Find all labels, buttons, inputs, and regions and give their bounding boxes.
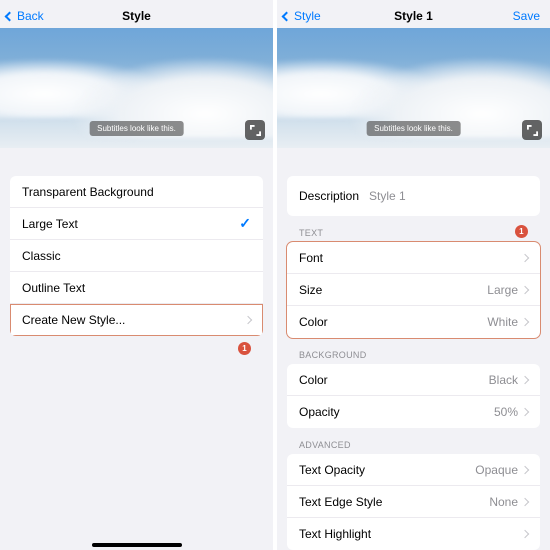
- row-label: Text Highlight: [299, 527, 371, 541]
- chevron-right-icon: [244, 316, 252, 324]
- chevron-left-icon: [5, 11, 15, 21]
- screen-style-edit: Style Style 1 Save Subtitles look like t…: [277, 0, 550, 550]
- preview-subtitle-text: Subtitles look like this.: [89, 121, 184, 136]
- nav-bar: Style Style 1 Save: [277, 4, 550, 28]
- subtitle-preview: Subtitles look like this.: [0, 28, 273, 148]
- chevron-right-icon: [521, 530, 529, 538]
- section-header-text: TEXT 1: [277, 228, 550, 242]
- bg-opacity-row[interactable]: Opacity 50%: [287, 396, 540, 428]
- screen-style-list: Back Style Subtitles look like this. Tra…: [0, 0, 273, 550]
- chevron-right-icon: [521, 318, 529, 326]
- style-label: Outline Text: [22, 281, 85, 295]
- advanced-group: Text Opacity Opaque Text Edge Style None…: [287, 454, 540, 550]
- section-header-background: BACKGROUND: [277, 350, 550, 364]
- row-value: White: [487, 315, 518, 329]
- chevron-right-icon: [521, 375, 529, 383]
- text-edge-style-row[interactable]: Text Edge Style None: [287, 486, 540, 518]
- row-value: Opaque: [475, 463, 518, 477]
- font-row[interactable]: Font: [287, 242, 540, 274]
- description-group: Description Style 1: [287, 176, 540, 216]
- style-label: Classic: [22, 249, 61, 263]
- description-value: Style 1: [369, 189, 406, 203]
- row-label: Color: [299, 315, 328, 329]
- section-header-advanced: ADVANCED: [277, 440, 550, 454]
- annotation-badge: 1: [238, 342, 251, 355]
- row-value: Black: [489, 373, 518, 387]
- text-opacity-row[interactable]: Text Opacity Opaque: [287, 454, 540, 486]
- row-label: Opacity: [299, 405, 340, 419]
- home-indicator[interactable]: [92, 543, 182, 547]
- chevron-right-icon: [521, 408, 529, 416]
- back-button[interactable]: Back: [6, 9, 44, 23]
- expand-button[interactable]: [245, 120, 265, 140]
- style-label: Large Text: [22, 217, 78, 231]
- row-label: Text Opacity: [299, 463, 365, 477]
- subtitle-preview: Subtitles look like this.: [277, 28, 550, 148]
- row-value: Large: [487, 283, 518, 297]
- back-label: Back: [17, 9, 44, 23]
- style-label: Transparent Background: [22, 185, 154, 199]
- create-new-label: Create New Style...: [22, 313, 125, 327]
- description-row[interactable]: Description Style 1: [287, 176, 540, 216]
- text-highlight-row[interactable]: Text Highlight: [287, 518, 540, 550]
- back-label: Style: [294, 9, 321, 23]
- color-row[interactable]: Color White: [287, 306, 540, 338]
- back-button[interactable]: Style: [283, 9, 321, 23]
- row-label: Text Edge Style: [299, 495, 382, 509]
- row-value: None: [489, 495, 518, 509]
- chevron-left-icon: [282, 11, 292, 21]
- size-row[interactable]: Size Large: [287, 274, 540, 306]
- background-group: Color Black Opacity 50%: [287, 364, 540, 428]
- row-label: Font: [299, 251, 323, 265]
- expand-icon: [527, 125, 538, 136]
- chevron-right-icon: [521, 253, 529, 261]
- expand-icon: [250, 125, 261, 136]
- expand-button[interactable]: [522, 120, 542, 140]
- style-option-classic[interactable]: Classic: [10, 240, 263, 272]
- chevron-right-icon: [521, 285, 529, 293]
- style-option-outline-text[interactable]: Outline Text: [10, 272, 263, 304]
- style-option-large-text[interactable]: Large Text ✓: [10, 208, 263, 240]
- row-value: 50%: [494, 405, 518, 419]
- nav-bar: Back Style: [0, 4, 273, 28]
- row-label: Color: [299, 373, 328, 387]
- save-button[interactable]: Save: [513, 9, 540, 23]
- annotation-badge: 1: [515, 225, 528, 238]
- chevron-right-icon: [521, 497, 529, 505]
- description-label: Description: [299, 189, 359, 203]
- page-title: Style: [122, 9, 151, 23]
- create-new-style-button[interactable]: Create New Style...: [10, 304, 263, 336]
- row-label: Size: [299, 283, 322, 297]
- bg-color-row[interactable]: Color Black: [287, 364, 540, 396]
- check-icon: ✓: [239, 215, 251, 232]
- style-list: Transparent Background Large Text ✓ Clas…: [10, 176, 263, 336]
- preview-subtitle-text: Subtitles look like this.: [366, 121, 461, 136]
- chevron-right-icon: [521, 465, 529, 473]
- page-title: Style 1: [394, 9, 433, 23]
- style-option-transparent-background[interactable]: Transparent Background: [10, 176, 263, 208]
- text-group: Font Size Large Color White: [287, 242, 540, 338]
